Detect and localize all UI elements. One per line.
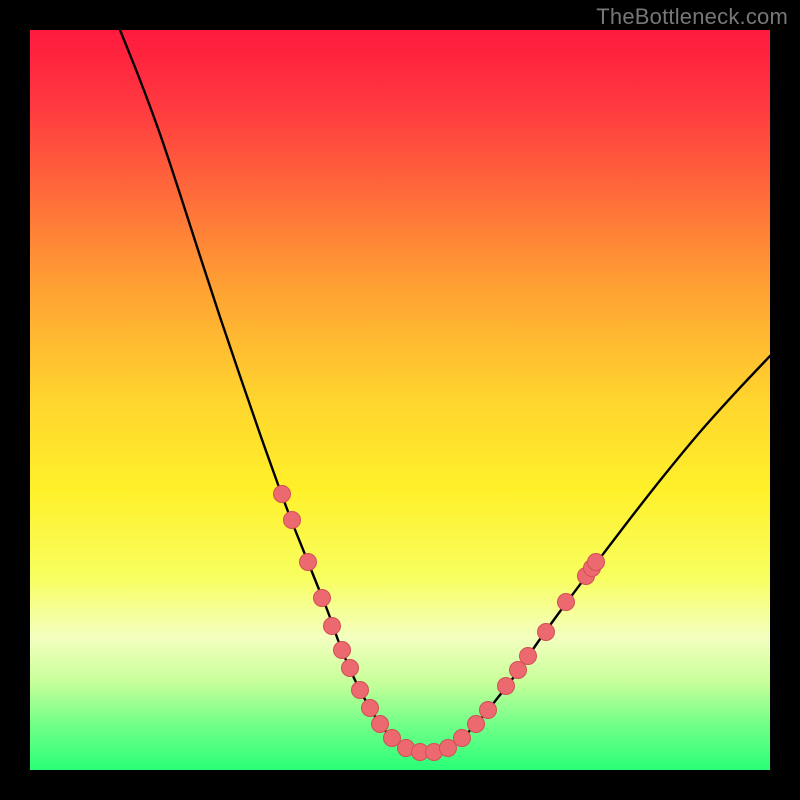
highlight-dot	[300, 554, 317, 571]
highlight-dot	[372, 716, 389, 733]
highlight-dot	[468, 716, 485, 733]
highlight-dot	[352, 682, 369, 699]
highlight-dot	[480, 702, 497, 719]
watermark-text: TheBottleneck.com	[596, 4, 788, 30]
highlight-dot	[454, 730, 471, 747]
plot-area	[30, 30, 770, 770]
highlight-dot	[324, 618, 341, 635]
highlight-dot	[520, 648, 537, 665]
highlight-dot	[284, 512, 301, 529]
highlight-dot	[274, 486, 291, 503]
highlight-dot	[334, 642, 351, 659]
gradient-rect	[30, 30, 770, 770]
highlight-dot	[588, 554, 605, 571]
highlight-dot	[498, 678, 515, 695]
highlight-dot	[314, 590, 331, 607]
highlight-dot	[440, 740, 457, 757]
highlight-dot	[558, 594, 575, 611]
highlight-dot	[538, 624, 555, 641]
chart-svg	[30, 30, 770, 770]
highlight-dot	[384, 730, 401, 747]
highlight-dot	[510, 662, 527, 679]
highlight-dot	[342, 660, 359, 677]
chart-frame: TheBottleneck.com	[0, 0, 800, 800]
highlight-dot	[362, 700, 379, 717]
